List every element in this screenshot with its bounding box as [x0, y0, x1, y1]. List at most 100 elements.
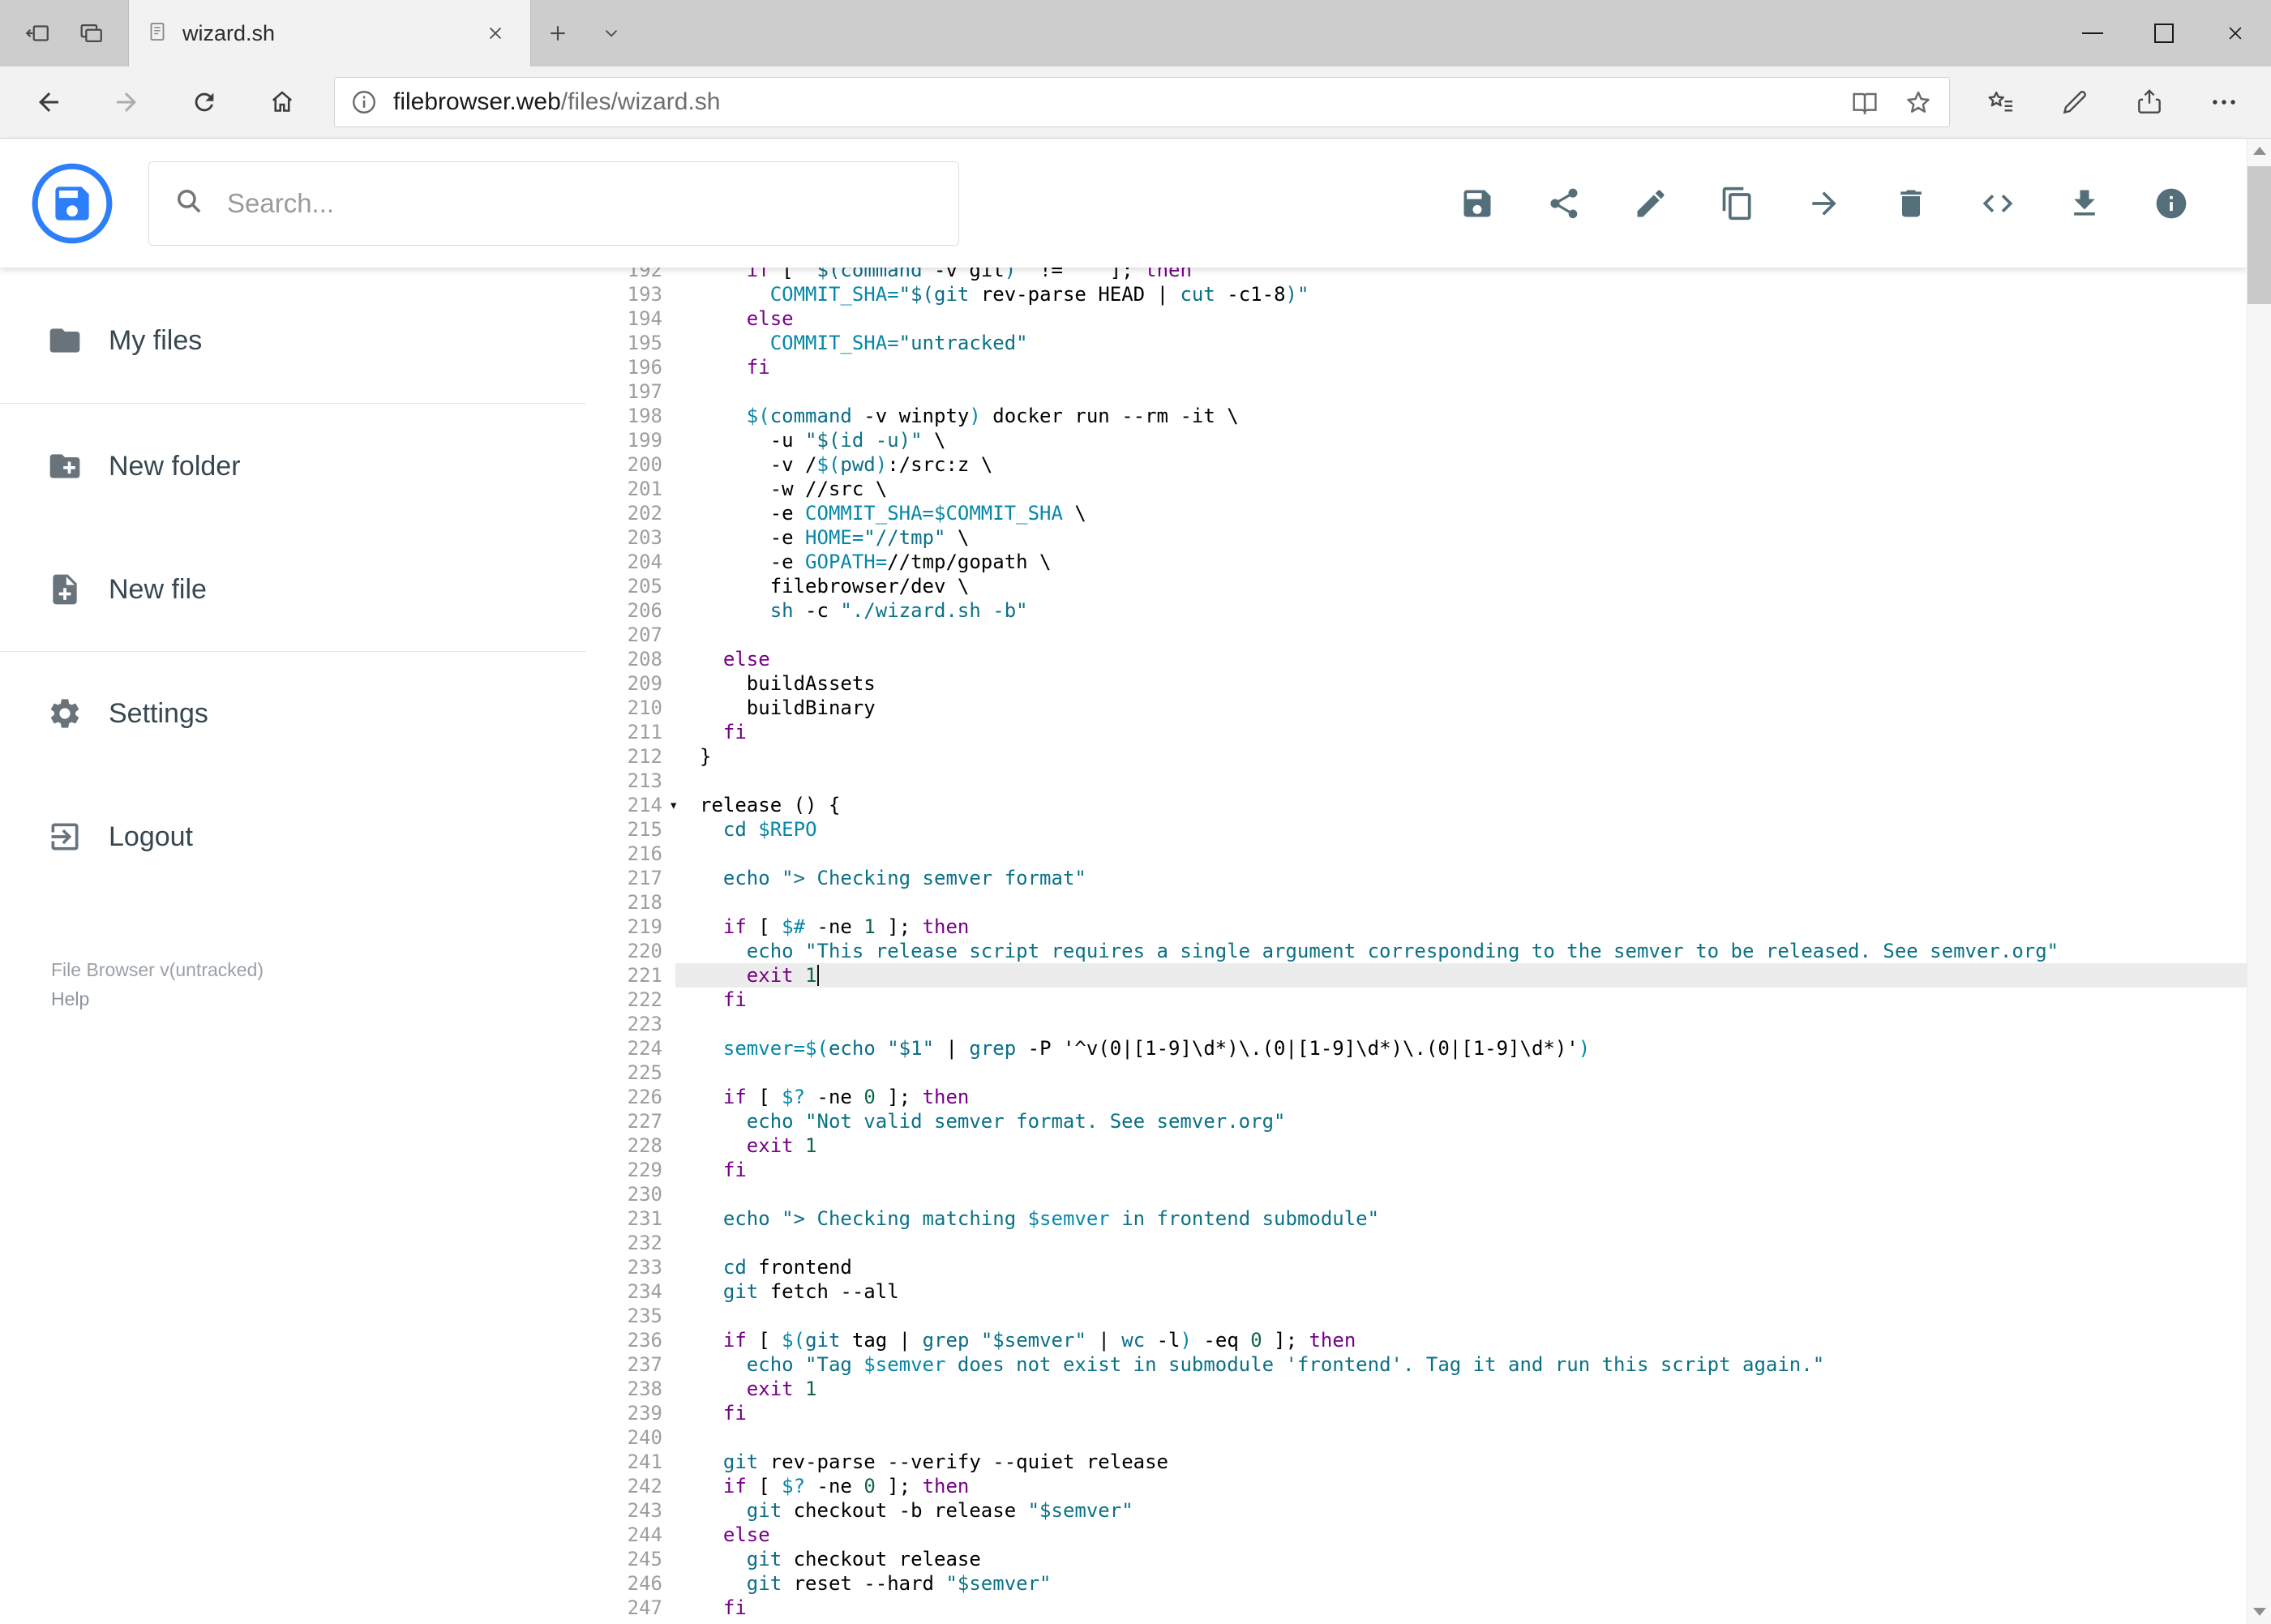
code-line[interactable]: 217 echo "> Checking semver format" — [586, 866, 2247, 890]
code-line[interactable]: 246 git reset --hard "$semver" — [586, 1571, 2247, 1596]
sidebar-item-settings[interactable]: Settings — [0, 683, 586, 744]
code-line[interactable]: 202 -e COMMIT_SHA=$COMMIT_SHA \ — [586, 501, 2247, 525]
code-line[interactable]: 230 — [586, 1182, 2247, 1206]
code-line[interactable]: 247 fi — [586, 1596, 2247, 1620]
sidebar-item-logout[interactable]: Logout — [0, 806, 586, 868]
reading-view-icon[interactable] — [1849, 86, 1881, 118]
raw-view-button[interactable] — [1980, 186, 2016, 221]
code-line[interactable]: 200 -v /$(pwd):/src:z \ — [586, 452, 2247, 477]
code-line[interactable]: 218 — [586, 890, 2247, 915]
code-line[interactable]: 211 fi — [586, 720, 2247, 744]
code-line[interactable]: 203 -e HOME="//tmp" \ — [586, 525, 2247, 550]
tab-close-icon[interactable] — [477, 15, 514, 52]
code-line[interactable]: 221 exit 1 — [586, 963, 2247, 988]
code-line[interactable]: 208 else — [586, 647, 2247, 671]
code-line[interactable]: 209 buildAssets — [586, 671, 2247, 696]
sidebar-item-new-folder[interactable]: New folder — [0, 435, 586, 497]
code-line[interactable]: 219 if [ $# -ne 1 ]; then — [586, 915, 2247, 939]
copy-button[interactable] — [1720, 186, 1755, 221]
code-line[interactable]: 234 git fetch --all — [586, 1279, 2247, 1304]
sidebar-item-my-files[interactable]: My files — [0, 310, 586, 371]
favorite-star-icon[interactable] — [1902, 86, 1935, 118]
share-button[interactable] — [1546, 186, 1582, 221]
code-line[interactable]: 207 — [586, 623, 2247, 647]
code-line[interactable]: 212} — [586, 744, 2247, 769]
download-button[interactable] — [2067, 186, 2102, 221]
code-line[interactable]: 241 git rev-parse --verify --quiet relea… — [586, 1450, 2247, 1474]
code-line[interactable]: 205 filebrowser/dev \ — [586, 574, 2247, 598]
code-line[interactable]: 192 if [ "$(command -v git)" != "" ]; th… — [586, 268, 2247, 282]
scrollbar-thumb[interactable] — [2247, 166, 2271, 304]
code-line[interactable]: 226 if [ $? -ne 0 ]; then — [586, 1085, 2247, 1109]
hub-favorites-icon[interactable] — [1963, 71, 2037, 134]
tab-list-chevron-icon[interactable] — [585, 0, 638, 66]
home-button[interactable] — [243, 71, 321, 134]
fold-marker-icon[interactable]: ▾ — [669, 793, 685, 817]
address-bar[interactable]: filebrowser.web/files/wizard.sh — [334, 77, 1950, 127]
web-note-pen-icon[interactable] — [2037, 71, 2112, 134]
code-line[interactable]: 213 — [586, 769, 2247, 793]
code-line[interactable]: 194 else — [586, 306, 2247, 331]
forward-button[interactable] — [88, 71, 165, 134]
info-button[interactable] — [2153, 186, 2189, 221]
code-line[interactable]: 197 — [586, 379, 2247, 404]
code-line[interactable]: 239 fi — [586, 1401, 2247, 1425]
code-line[interactable]: 206 sh -c "./wizard.sh -b" — [586, 598, 2247, 623]
move-button[interactable] — [1806, 186, 1842, 221]
code-line[interactable]: 195 COMMIT_SHA="untracked" — [586, 331, 2247, 355]
url-text[interactable]: filebrowser.web/files/wizard.sh — [393, 88, 721, 116]
tab-preview-icon[interactable] — [68, 11, 114, 56]
code-line[interactable]: 227 echo "Not valid semver format. See s… — [586, 1109, 2247, 1133]
code-line[interactable]: 236 if [ $(git tag | grep "$semver" | wc… — [586, 1328, 2247, 1352]
code-line[interactable]: 198 $(command -v winpty) docker run --rm… — [586, 404, 2247, 428]
scrollbar-up-icon[interactable] — [2247, 139, 2271, 163]
code-line[interactable]: 224 semver=$(echo "$1" | grep -P '^v(0|[… — [586, 1036, 2247, 1061]
code-line[interactable]: 199 -u "$(id -u)" \ — [586, 428, 2247, 452]
code-line[interactable]: 242 if [ $? -ne 0 ]; then — [586, 1474, 2247, 1498]
window-close-button[interactable] — [2200, 0, 2271, 66]
save-button[interactable] — [1459, 186, 1495, 221]
code-line[interactable]: 245 git checkout release — [586, 1547, 2247, 1571]
code-line[interactable]: 204 -e GOPATH=//tmp/gopath \ — [586, 550, 2247, 574]
code-line[interactable]: 231 echo "> Checking matching $semver in… — [586, 1206, 2247, 1231]
code-line[interactable]: 201 -w //src \ — [586, 477, 2247, 501]
code-line[interactable]: 229 fi — [586, 1158, 2247, 1182]
search-input[interactable] — [227, 187, 936, 219]
window-maximize-button[interactable] — [2128, 0, 2200, 66]
code-line[interactable]: 243 git checkout -b release "$semver" — [586, 1498, 2247, 1523]
code-line[interactable]: 225 — [586, 1061, 2247, 1085]
share-page-icon[interactable] — [2112, 71, 2187, 134]
code-line[interactable]: 196 fi — [586, 355, 2247, 379]
window-minimize-button[interactable] — [2057, 0, 2128, 66]
back-button[interactable] — [10, 71, 88, 134]
filebrowser-logo[interactable] — [32, 163, 113, 244]
code-line[interactable]: 228 exit 1 — [586, 1133, 2247, 1158]
search-box[interactable] — [148, 161, 959, 246]
sidebar-item-new-file[interactable]: New file — [0, 559, 586, 620]
code-line[interactable]: 244 else — [586, 1523, 2247, 1547]
code-line[interactable]: 233 cd frontend — [586, 1255, 2247, 1279]
code-line[interactable]: 237 echo "Tag $semver does not exist in … — [586, 1352, 2247, 1377]
help-link[interactable]: Help — [51, 984, 264, 1013]
page-scrollbar[interactable] — [2247, 139, 2271, 1624]
delete-button[interactable] — [1893, 186, 1929, 221]
code-line[interactable]: 214 ▾ release () { — [586, 793, 2247, 817]
refresh-button[interactable] — [165, 71, 243, 134]
code-line[interactable]: 240 — [586, 1425, 2247, 1450]
code-line[interactable]: 215 cd $REPO — [586, 817, 2247, 842]
code-line[interactable]: 222 fi — [586, 988, 2247, 1012]
site-info-icon[interactable] — [349, 88, 379, 117]
more-options-icon[interactable] — [2187, 71, 2261, 134]
scrollbar-down-icon[interactable] — [2247, 1600, 2271, 1624]
code-line[interactable]: 220 echo "This release script requires a… — [586, 939, 2247, 963]
tabs-aside-icon[interactable] — [15, 11, 60, 56]
code-line[interactable]: 235 — [586, 1304, 2247, 1328]
browser-tab[interactable]: wizard.sh — [128, 0, 531, 66]
code-line[interactable]: 193 COMMIT_SHA="$(git rev-parse HEAD | c… — [586, 282, 2247, 306]
new-tab-button[interactable] — [531, 0, 585, 66]
code-line[interactable]: 238 exit 1 — [586, 1377, 2247, 1401]
code-line[interactable]: 223 — [586, 1012, 2247, 1036]
code-line[interactable]: 210 buildBinary — [586, 696, 2247, 720]
code-line[interactable]: 232 — [586, 1231, 2247, 1255]
code-editor[interactable]: 192 if [ "$(command -v git)" != "" ]; th… — [586, 268, 2247, 1624]
